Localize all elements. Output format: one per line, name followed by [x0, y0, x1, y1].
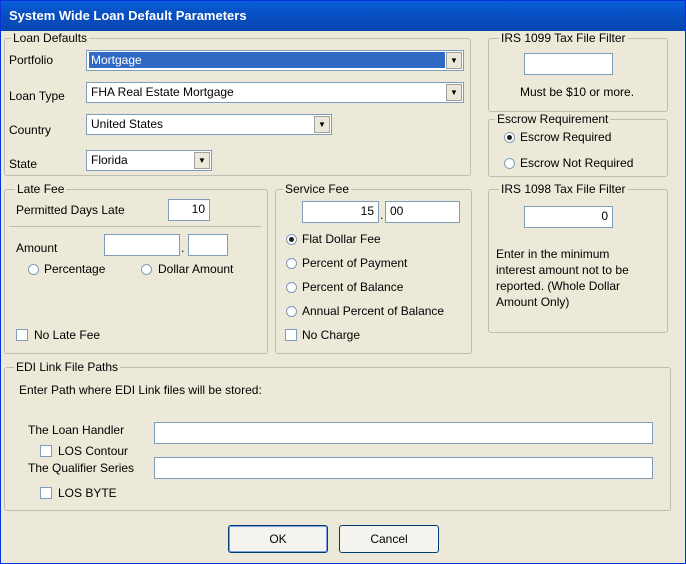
dollar-amount-label[interactable]: Dollar Amount — [158, 262, 233, 276]
escrow-not-required-label[interactable]: Escrow Not Required — [520, 156, 633, 170]
cancel-button[interactable]: Cancel — [339, 525, 439, 553]
irs1099-input[interactable] — [524, 53, 613, 75]
irs1098-input[interactable]: 0 — [524, 206, 613, 228]
loan-type-select[interactable]: FHA Real Estate Mortgage ▼ — [86, 82, 464, 103]
escrow-required-label[interactable]: Escrow Required — [520, 130, 611, 144]
late-fee-divider — [9, 226, 261, 227]
los-contour-checkbox[interactable] — [40, 445, 52, 457]
irs1098-label: IRS 1098 Tax File Filter — [499, 182, 628, 196]
late-fee-amount-whole-input[interactable] — [104, 234, 180, 256]
chevron-down-icon[interactable]: ▼ — [446, 84, 462, 101]
amount-label: Amount — [16, 241, 58, 255]
escrow-label: Escrow Requirement — [495, 112, 611, 126]
service-fee-fraction-input[interactable]: 00 — [385, 201, 460, 223]
late-fee-amount-separator: . — [181, 241, 185, 255]
percent-of-payment-label[interactable]: Percent of Payment — [302, 256, 407, 270]
state-value: Florida — [91, 153, 128, 167]
percent-of-balance-radio[interactable] — [286, 282, 297, 293]
annual-percent-balance-radio[interactable] — [286, 306, 297, 317]
los-contour-label[interactable]: LOS Contour — [58, 444, 128, 458]
title-bar[interactable]: System Wide Loan Default Parameters — [1, 1, 685, 31]
irs1098-note-line3: reported. (Whole Dollar — [496, 279, 621, 293]
edi-label: EDI Link File Paths — [14, 360, 121, 374]
annual-percent-balance-label[interactable]: Annual Percent of Balance — [302, 304, 444, 318]
chevron-down-icon[interactable]: ▼ — [314, 116, 330, 133]
flat-dollar-fee-radio[interactable] — [286, 234, 297, 245]
ok-button[interactable]: OK — [228, 525, 328, 553]
irs1098-note-line2: interest amount not to be — [496, 263, 629, 277]
irs1099-label: IRS 1099 Tax File Filter — [499, 31, 628, 45]
flat-dollar-fee-label[interactable]: Flat Dollar Fee — [302, 232, 381, 246]
late-fee-label: Late Fee — [15, 182, 67, 196]
permitted-days-input[interactable]: 10 — [168, 199, 210, 221]
country-value: United States — [91, 117, 164, 131]
loan-handler-label: The Loan Handler — [28, 423, 125, 437]
irs1099-note: Must be $10 or more. — [520, 85, 635, 99]
state-label: State — [9, 157, 38, 171]
loan-type-label: Loan Type — [9, 89, 65, 103]
no-late-fee-label[interactable]: No Late Fee — [34, 328, 100, 342]
portfolio-value: Mortgage — [89, 52, 445, 68]
service-fee-whole-input[interactable]: 15 — [302, 201, 379, 223]
service-fee-separator: . — [380, 208, 384, 222]
irs1099-group — [488, 38, 668, 112]
escrow-required-radio[interactable] — [504, 132, 515, 143]
loan-defaults-label: Loan Defaults — [11, 31, 90, 45]
loan-handler-path-input[interactable] — [154, 422, 653, 444]
los-byte-checkbox[interactable] — [40, 487, 52, 499]
no-charge-checkbox[interactable] — [285, 329, 297, 341]
service-fee-label: Service Fee — [283, 182, 352, 196]
percent-of-balance-label[interactable]: Percent of Balance — [302, 280, 403, 294]
percentage-radio[interactable] — [28, 264, 39, 275]
qualifier-series-path-input[interactable] — [154, 457, 653, 479]
chevron-down-icon[interactable]: ▼ — [194, 152, 210, 169]
country-select[interactable]: United States ▼ — [86, 114, 332, 135]
edi-instruction: Enter Path where EDI Link files will be … — [19, 383, 262, 397]
los-byte-label[interactable]: LOS BYTE — [58, 486, 117, 500]
dialog-window: System Wide Loan Default Parameters Loan… — [0, 0, 686, 564]
state-select[interactable]: Florida ▼ — [86, 150, 212, 171]
portfolio-label: Portfolio — [9, 53, 54, 67]
irs1098-note-line1: Enter in the minimum — [496, 247, 610, 261]
window-title: System Wide Loan Default Parameters — [9, 8, 247, 23]
loan-type-value: FHA Real Estate Mortgage — [91, 85, 234, 99]
qualifier-series-label: The Qualifier Series — [28, 461, 135, 475]
dollar-amount-radio[interactable] — [141, 264, 152, 275]
no-late-fee-checkbox[interactable] — [16, 329, 28, 341]
portfolio-select[interactable]: Mortgage ▼ — [86, 50, 464, 71]
percentage-label[interactable]: Percentage — [44, 262, 105, 276]
irs1098-note-line4: Amount Only) — [496, 295, 570, 309]
country-label: Country — [9, 123, 52, 137]
escrow-not-required-radio[interactable] — [504, 158, 515, 169]
no-charge-label[interactable]: No Charge — [302, 328, 360, 342]
chevron-down-icon[interactable]: ▼ — [446, 52, 462, 69]
late-fee-amount-fraction-input[interactable] — [188, 234, 228, 256]
permitted-days-label: Permitted Days Late — [16, 203, 125, 217]
percent-of-payment-radio[interactable] — [286, 258, 297, 269]
